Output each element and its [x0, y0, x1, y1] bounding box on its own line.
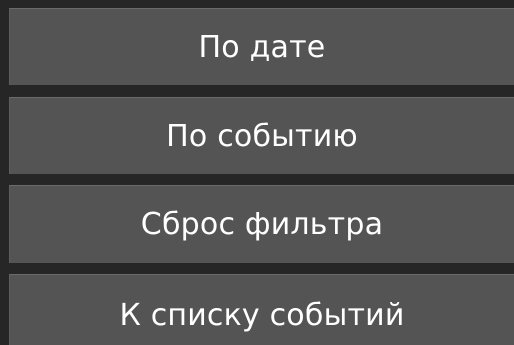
sort-by-event-button[interactable]: По событию	[9, 97, 514, 174]
sort-by-date-label: По дате	[198, 29, 326, 65]
reset-filter-label: Сброс фильтра	[140, 207, 384, 242]
back-to-events-list-label: К списку событий	[119, 297, 405, 333]
sort-by-date-button[interactable]: По дате	[9, 8, 514, 85]
sort-by-event-label: По событию	[166, 118, 358, 154]
back-to-events-list-button[interactable]: К списку событий	[9, 274, 514, 345]
reset-filter-button[interactable]: Сброс фильтра	[9, 185, 514, 263]
filter-menu: По дате По событию Сброс фильтра К списк…	[0, 0, 514, 345]
